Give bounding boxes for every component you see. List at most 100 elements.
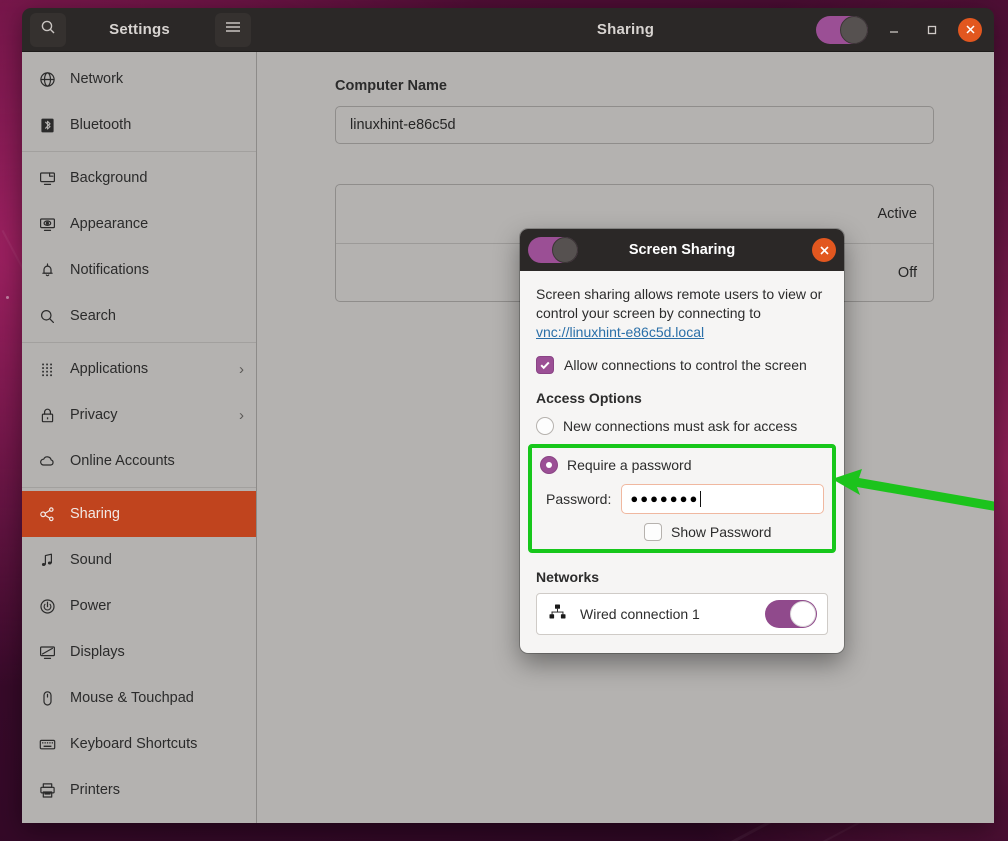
toggle-knob: [840, 15, 868, 44]
search-icon: [40, 19, 56, 40]
bluetooth-icon: [38, 116, 56, 134]
sidebar-item-label: Displays: [70, 644, 125, 660]
sidebar-item-label: Privacy: [70, 407, 118, 423]
sidebar-item-appearance[interactable]: Appearance: [22, 201, 256, 247]
sidebar-item-label: Applications: [70, 361, 149, 377]
vnc-link[interactable]: vnc://linuxhint-e86c5d.local: [536, 323, 704, 342]
sidebar-item-bluetooth[interactable]: Bluetooth: [22, 102, 256, 148]
sidebar-item-displays[interactable]: Displays: [22, 629, 256, 675]
chevron-right-icon: ›: [239, 406, 244, 424]
window-body: Network Bluetooth Background Appearance Noti…: [22, 52, 994, 823]
green-arrow-annotation: [832, 469, 994, 511]
sidebar-item-label: Printers: [70, 782, 120, 798]
sidebar-item-label: Bluetooth: [70, 117, 132, 133]
sidebar-divider: [22, 342, 256, 343]
option-ask-radio[interactable]: [536, 416, 554, 435]
power-icon: [38, 597, 56, 615]
sidebar-item-printers[interactable]: Printers: [22, 767, 256, 813]
sidebar-item-power[interactable]: Power: [22, 583, 256, 629]
sidebar-item-search[interactable]: Search: [22, 293, 256, 339]
computer-name-label: Computer Name: [335, 78, 447, 94]
search-button[interactable]: [30, 12, 66, 47]
sidebar-item-network[interactable]: Network: [22, 56, 256, 102]
show-password-row[interactable]: Show Password: [540, 522, 824, 541]
sidebar-item-label: Background: [70, 170, 148, 186]
dialog-titlebar: Screen Sharing: [520, 229, 844, 271]
networks-title: Networks: [536, 568, 600, 585]
status-badge: Off: [897, 264, 917, 281]
sidebar-item-label: Sound: [70, 552, 112, 568]
show-password-checkbox[interactable]: [644, 522, 662, 541]
close-button[interactable]: [958, 17, 982, 42]
sidebar-item-background[interactable]: Background: [22, 155, 256, 201]
sidebar-item-mouse-touchpad[interactable]: Mouse & Touchpad: [22, 675, 256, 721]
sidebar-item-removable-media[interactable]: Removable Media: [22, 813, 256, 823]
titlebar-right-pane: Sharing: [257, 8, 994, 51]
sidebar-item-sharing[interactable]: Sharing: [22, 491, 256, 537]
access-options-title: Access Options: [536, 389, 642, 406]
search-icon: [38, 307, 56, 325]
dialog-close-button[interactable]: [812, 238, 836, 262]
toggle-knob: [790, 600, 816, 627]
computer-name-input[interactable]: linuxhint-e86c5d: [335, 106, 934, 144]
keyboard-icon: [38, 735, 56, 753]
titlebar-left-pane: Settings: [22, 8, 257, 51]
sidebar-item-online-accounts[interactable]: Online Accounts: [22, 438, 256, 484]
displays-icon: [38, 643, 56, 661]
window-titlebar: Settings Sharing: [22, 8, 994, 52]
screen-sharing-dialog: Screen Sharing Screen sharing allows rem…: [520, 229, 844, 653]
sidebar-item-label: Mouse & Touchpad: [70, 690, 194, 706]
hamburger-menu-icon: [225, 20, 241, 39]
sidebar-item-label: Power: [70, 598, 112, 614]
sharing-content-pane: Computer Name linuxhint-e86c5d Active Of…: [257, 52, 994, 823]
text-caret: [700, 490, 702, 507]
grid-dots-icon: [38, 360, 56, 378]
sidebar-item-label: Appearance: [70, 216, 149, 232]
printer-icon: [38, 781, 56, 799]
settings-window: Settings Sharing Network Bluetooth Backg…: [22, 8, 994, 823]
wallpaper-dot: [6, 296, 9, 299]
password-value: ●●●●●●●: [630, 491, 700, 507]
cloud-icon: [38, 452, 56, 470]
sidebar-item-sound[interactable]: Sound: [22, 537, 256, 583]
sidebar-item-label: Notifications: [70, 262, 149, 278]
music-note-icon: [38, 551, 56, 569]
screen-sharing-toggle[interactable]: [528, 237, 578, 263]
sidebar-item-label: Search: [70, 308, 116, 324]
network-toggle[interactable]: [765, 599, 817, 628]
sidebar-item-applications[interactable]: Applications ›: [22, 346, 256, 392]
chevron-right-icon: ›: [239, 360, 244, 378]
maximize-button[interactable]: [920, 18, 944, 42]
sidebar-divider: [22, 487, 256, 488]
allow-control-checkbox[interactable]: [536, 355, 554, 374]
bell-icon: [38, 261, 56, 279]
show-password-label: Show Password: [671, 523, 772, 540]
allow-control-checkbox-row[interactable]: Allow connections to control the screen: [536, 355, 828, 374]
sidebar-item-label: Sharing: [70, 506, 120, 522]
dialog-description: Screen sharing allows remote users to vi…: [536, 285, 828, 342]
hamburger-menu-button[interactable]: [215, 12, 251, 47]
monitor-icon: [38, 169, 56, 187]
network-list-item[interactable]: Wired connection 1: [536, 592, 828, 635]
network-wired-icon: [549, 604, 566, 624]
password-highlight-box: Require a password Password: ●●●●●●● Sho: [528, 443, 836, 553]
sidebar-item-label: Keyboard Shortcuts: [70, 736, 198, 752]
dialog-body: Screen sharing allows remote users to vi…: [520, 271, 844, 653]
option-require-password-label: Require a password: [567, 456, 692, 473]
dialog-description-text: Screen sharing allows remote users to vi…: [536, 286, 823, 321]
minimize-button[interactable]: [882, 18, 906, 42]
status-badge: Active: [877, 206, 918, 222]
option-ask-for-access-row[interactable]: New connections must ask for access: [536, 414, 828, 438]
appearance-icon: [38, 215, 56, 233]
password-input[interactable]: ●●●●●●●: [621, 483, 824, 514]
sidebar-item-privacy[interactable]: Privacy ›: [22, 392, 256, 438]
computer-name-value: linuxhint-e86c5d: [350, 117, 456, 133]
option-require-password-row[interactable]: Require a password: [540, 453, 824, 477]
sidebar-item-notifications[interactable]: Notifications: [22, 247, 256, 293]
password-label: Password:: [546, 490, 612, 507]
option-ask-label: New connections must ask for access: [563, 417, 798, 434]
option-require-password-radio[interactable]: [540, 455, 558, 474]
sidebar-item-label: Network: [70, 71, 124, 87]
sharing-master-toggle[interactable]: [816, 15, 868, 44]
sidebar-item-keyboard-shortcuts[interactable]: Keyboard Shortcuts: [22, 721, 256, 767]
